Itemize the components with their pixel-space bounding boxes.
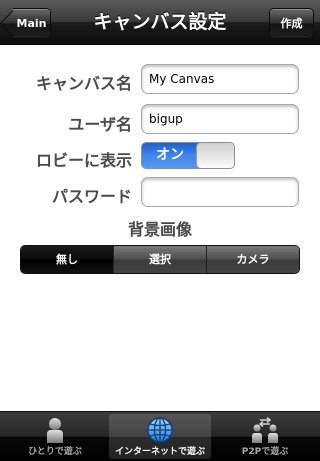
back-button[interactable]: Main	[13, 8, 51, 39]
tab-p2p-play[interactable]: P2Pで遊ぶ	[214, 414, 316, 459]
tab-p2p-play-label: P2Pで遊ぶ	[241, 447, 289, 457]
toggle-on-label: オン	[142, 143, 198, 168]
lobby-label: ロビーに表示	[35, 151, 132, 170]
background-segmented-control: 無し 選択 カメラ	[20, 245, 300, 274]
segment-none[interactable]: 無し	[21, 246, 113, 273]
lobby-toggle[interactable]: オン	[141, 142, 235, 169]
p2p-icon	[252, 416, 278, 443]
user-name-label: ユーザ名	[68, 115, 132, 134]
password-label: パスワード	[51, 187, 132, 206]
tab-bar: ひとりで遊ぶ インターネットで遊ぶ P2Pで遊ぶ	[0, 411, 320, 461]
segment-camera[interactable]: カメラ	[206, 246, 299, 273]
canvas-name-field[interactable]: My Canvas	[141, 64, 299, 94]
navigation-bar: Main キャンバス設定 作成	[0, 0, 320, 45]
user-name-field[interactable]: bigup	[141, 104, 299, 134]
segment-select[interactable]: 選択	[113, 246, 206, 273]
tab-internet-play[interactable]: インターネットで遊ぶ	[109, 414, 211, 459]
back-button-label: Main	[16, 17, 47, 30]
tab-single-play-label: ひとりで遊ぶ	[28, 447, 82, 457]
page-title: キャンバス設定	[93, 11, 227, 33]
globe-icon	[147, 417, 173, 443]
password-field[interactable]	[141, 177, 299, 207]
tab-single-play[interactable]: ひとりで遊ぶ	[4, 414, 106, 459]
tab-internet-play-label: インターネットで遊ぶ	[114, 447, 205, 457]
create-button[interactable]: 作成	[269, 8, 314, 39]
toggle-knob[interactable]	[196, 143, 234, 168]
person-icon	[47, 418, 63, 443]
back-button-wrap[interactable]: Main	[0, 0, 60, 44]
canvas-name-label: キャンバス名	[35, 74, 132, 93]
background-image-title: 背景画像	[127, 220, 192, 239]
